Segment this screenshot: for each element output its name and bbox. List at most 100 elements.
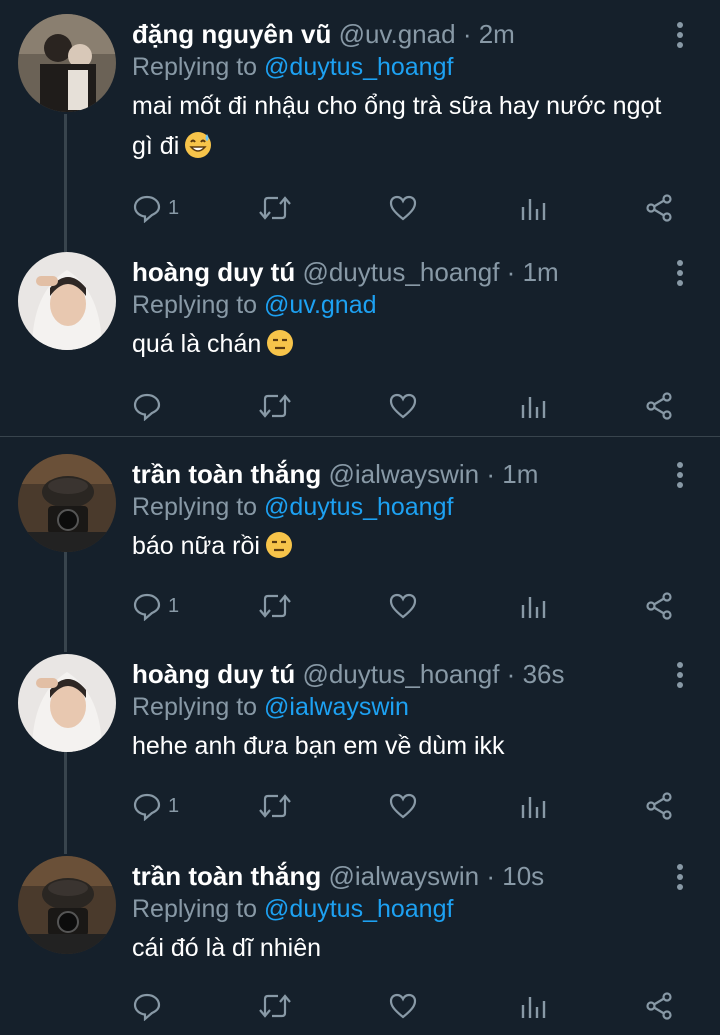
analytics-icon bbox=[521, 797, 546, 818]
reply-button[interactable]: 1 bbox=[132, 190, 179, 226]
analytics-icon bbox=[521, 397, 546, 418]
share-button[interactable] bbox=[644, 988, 674, 1024]
retweet-button[interactable] bbox=[258, 190, 292, 226]
tweet-actions bbox=[132, 388, 692, 424]
analytics-button[interactable] bbox=[518, 388, 548, 424]
reply-button[interactable] bbox=[132, 988, 168, 1024]
share-button[interactable] bbox=[644, 788, 674, 824]
heart-icon bbox=[389, 393, 417, 419]
mention-link[interactable]: @ialwayswin bbox=[264, 693, 409, 721]
like-button[interactable] bbox=[388, 988, 418, 1024]
display-name[interactable]: hoàng duy tú bbox=[132, 257, 295, 287]
tweet-text-line: quá là chán bbox=[132, 330, 262, 358]
replying-to: Replying to @duytus_hoangf bbox=[132, 893, 453, 925]
expressionless-emoji bbox=[264, 530, 294, 560]
tweet-text: cái đó là dĩ nhiên bbox=[132, 928, 692, 968]
timestamp[interactable]: 10s bbox=[502, 861, 544, 891]
tweet-text-line: báo nữa rồi bbox=[132, 526, 692, 566]
tweet-text-line: hehe anh đưa bạn em về dùm ikk bbox=[132, 732, 505, 760]
share-button[interactable] bbox=[644, 588, 674, 624]
retweet-button[interactable] bbox=[258, 588, 292, 624]
tweet[interactable]: hoàng duy tú @duytus_hoangf · 36s Replyi… bbox=[0, 640, 720, 840]
avatar[interactable] bbox=[18, 654, 116, 752]
like-button[interactable] bbox=[388, 388, 418, 424]
analytics-button[interactable] bbox=[518, 588, 548, 624]
timestamp[interactable]: 1m bbox=[502, 459, 538, 489]
more-options-icon[interactable] bbox=[668, 862, 692, 892]
user-handle[interactable]: @duytus_hoangf bbox=[302, 257, 499, 287]
like-button[interactable] bbox=[388, 190, 418, 226]
reply-icon bbox=[133, 393, 161, 421]
user-handle[interactable]: @ialwayswin bbox=[328, 459, 479, 489]
display-name[interactable]: hoàng duy tú bbox=[132, 659, 295, 689]
display-name[interactable]: đặng nguyên vũ bbox=[132, 19, 331, 49]
retweet-icon bbox=[259, 794, 291, 818]
user-handle[interactable]: @ialwayswin bbox=[328, 861, 479, 891]
tweet[interactable]: trần toàn thắng @ialwayswin · 10s Replyi… bbox=[0, 842, 720, 1035]
avatar[interactable] bbox=[18, 252, 116, 350]
heart-icon bbox=[389, 993, 417, 1019]
retweet-button[interactable] bbox=[258, 988, 292, 1024]
share-button[interactable] bbox=[644, 190, 674, 226]
tweet-header: hoàng duy tú @duytus_hoangf · 1m bbox=[132, 256, 559, 288]
analytics-button[interactable] bbox=[518, 788, 548, 824]
timestamp[interactable]: 2m bbox=[479, 19, 515, 49]
reply-count: 1 bbox=[168, 196, 180, 219]
timestamp[interactable]: 1m bbox=[523, 257, 559, 287]
share-icon bbox=[646, 194, 672, 222]
separator-dot: · bbox=[486, 861, 496, 891]
retweet-icon bbox=[259, 594, 291, 618]
more-options-icon[interactable] bbox=[668, 460, 692, 490]
tweet[interactable]: trần toàn thắng @ialwayswin · 1m Replyin… bbox=[0, 440, 720, 640]
heart-icon bbox=[389, 593, 417, 619]
retweet-icon bbox=[259, 394, 291, 418]
tweet-text: quá là chán bbox=[132, 324, 692, 364]
tweet-actions bbox=[132, 988, 692, 1024]
mention-link[interactable]: @duytus_hoangf bbox=[264, 895, 453, 923]
replying-to-label: Replying to bbox=[132, 493, 258, 521]
reply-button[interactable]: 1 bbox=[132, 588, 179, 624]
like-button[interactable] bbox=[388, 788, 418, 824]
avatar[interactable] bbox=[18, 14, 116, 112]
display-name[interactable]: trần toàn thắng bbox=[132, 861, 321, 891]
grinning-sweat-emoji bbox=[183, 130, 213, 160]
replying-to: Replying to @ialwayswin bbox=[132, 691, 409, 723]
user-handle[interactable]: @duytus_hoangf bbox=[302, 659, 499, 689]
mention-link[interactable]: @duytus_hoangf bbox=[264, 53, 453, 81]
separator-dot: · bbox=[506, 257, 516, 287]
avatar[interactable] bbox=[18, 454, 116, 552]
retweet-button[interactable] bbox=[258, 388, 292, 424]
tweet-text-line: gì đi bbox=[132, 132, 180, 160]
display-name[interactable]: trần toàn thắng bbox=[132, 459, 321, 489]
share-icon bbox=[646, 992, 672, 1020]
user-handle[interactable]: @uv.gnad bbox=[339, 19, 456, 49]
tweet[interactable]: đặng nguyên vũ @uv.gnad · 2m Replying to… bbox=[0, 0, 720, 240]
analytics-icon bbox=[521, 997, 546, 1018]
reply-button[interactable]: 1 bbox=[132, 788, 179, 824]
replying-to-label: Replying to bbox=[132, 895, 258, 923]
retweet-button[interactable] bbox=[258, 788, 292, 824]
timestamp[interactable]: 36s bbox=[523, 659, 565, 689]
reply-button[interactable] bbox=[132, 388, 168, 424]
analytics-button[interactable] bbox=[518, 190, 548, 226]
replying-to-label: Replying to bbox=[132, 291, 258, 319]
more-options-icon[interactable] bbox=[668, 20, 692, 50]
tweet-header: hoàng duy tú @duytus_hoangf · 36s bbox=[132, 658, 564, 690]
heart-icon bbox=[389, 195, 417, 221]
reply-count: 1 bbox=[168, 594, 180, 617]
tweet[interactable]: hoàng duy tú @duytus_hoangf · 1m Replyin… bbox=[0, 238, 720, 436]
tweet-header: đặng nguyên vũ @uv.gnad · 2m bbox=[132, 18, 515, 50]
mention-link[interactable]: @duytus_hoangf bbox=[264, 493, 453, 521]
share-button[interactable] bbox=[644, 388, 674, 424]
analytics-button[interactable] bbox=[518, 988, 548, 1024]
mention-link[interactable]: @uv.gnad bbox=[264, 291, 377, 319]
tweet-text-line: mai mốt đi nhậu cho ổng trà sữa hay nước… bbox=[132, 92, 662, 120]
avatar[interactable] bbox=[18, 856, 116, 954]
more-options-icon[interactable] bbox=[668, 660, 692, 690]
separator-dot: · bbox=[486, 459, 496, 489]
reply-icon bbox=[133, 993, 161, 1021]
more-options-icon[interactable] bbox=[668, 258, 692, 288]
tweet-text-line: gì đi bbox=[132, 126, 692, 166]
like-button[interactable] bbox=[388, 588, 418, 624]
share-icon bbox=[646, 392, 672, 420]
